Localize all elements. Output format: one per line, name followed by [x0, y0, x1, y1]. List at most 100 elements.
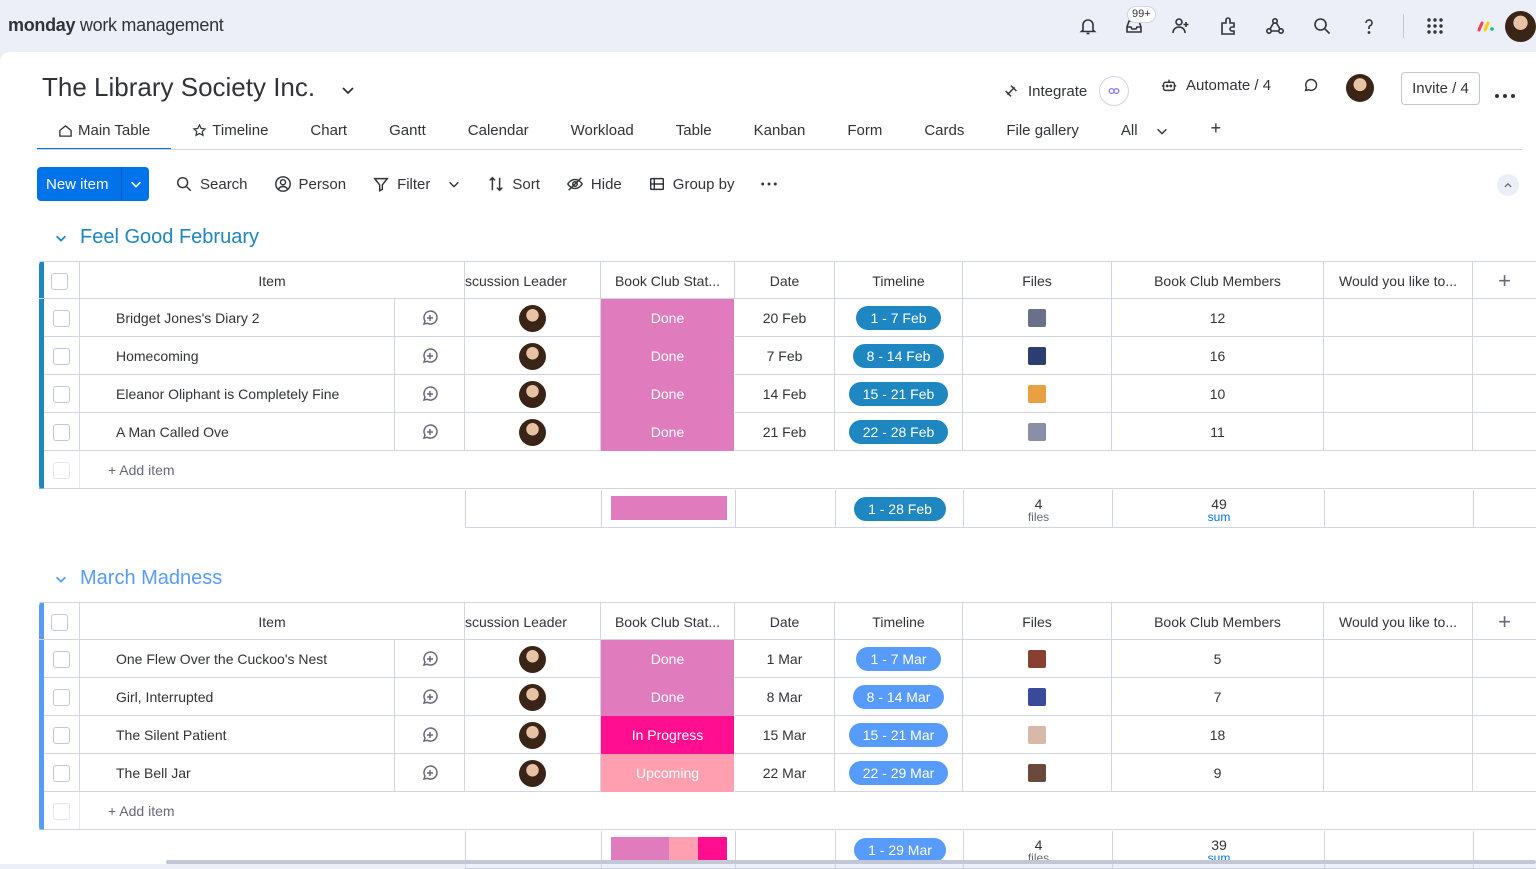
column-header[interactable]: Files: [963, 603, 1112, 641]
group-title[interactable]: Feel Good February: [54, 226, 259, 249]
file-thumbnail[interactable]: [1028, 764, 1046, 782]
custom-column-cell[interactable]: [1324, 375, 1473, 413]
file-thumbnail[interactable]: [1028, 385, 1046, 403]
column-header-item[interactable]: Item: [80, 262, 465, 300]
status-cell[interactable]: Done: [601, 299, 735, 337]
file-thumbnail[interactable]: [1028, 423, 1046, 441]
column-header[interactable]: Timeline: [835, 603, 963, 641]
row-checkbox[interactable]: [53, 423, 70, 441]
date-cell[interactable]: 14 Feb: [735, 375, 835, 413]
tab-main-table[interactable]: Main Table: [37, 122, 172, 150]
timeline-pill[interactable]: 15 - 21 Feb: [848, 382, 949, 406]
table-row[interactable]: Eleanor Oliphant is Completely Fine Done 1…: [39, 375, 1536, 413]
add-update-icon[interactable]: [395, 299, 465, 337]
add-update-icon[interactable]: [395, 640, 465, 678]
row-checkbox[interactable]: [53, 309, 70, 327]
table-row[interactable]: Homecoming Done 7 Feb 8 - 14 Feb 16: [39, 337, 1536, 375]
person-filter-button[interactable]: Person: [274, 175, 346, 193]
item-name[interactable]: The Bell Jar: [80, 754, 395, 792]
column-header-item[interactable]: Item: [80, 603, 465, 641]
column-header[interactable]: Book Club Stat...: [601, 262, 735, 300]
column-header[interactable]: Timeline: [835, 262, 963, 300]
file-thumbnail[interactable]: [1028, 347, 1046, 365]
help-icon[interactable]: [1357, 14, 1381, 38]
collapse-header-button[interactable]: [1497, 174, 1519, 196]
timeline-summary-pill[interactable]: 1 - 29 Mar: [854, 838, 946, 862]
user-avatar[interactable]: [1505, 11, 1536, 42]
date-cell[interactable]: 1 Mar: [735, 640, 835, 678]
invite-button[interactable]: Invite / 4: [1401, 72, 1480, 105]
discussion-leader-avatar[interactable]: [519, 759, 546, 787]
column-header[interactable]: Date: [735, 262, 835, 300]
board-owner-avatar[interactable]: [1346, 74, 1374, 102]
tab-cards[interactable]: Cards: [903, 122, 985, 150]
members-count[interactable]: 5: [1112, 640, 1324, 678]
custom-column-cell[interactable]: [1324, 754, 1473, 792]
select-all-checkbox[interactable]: [50, 613, 68, 631]
members-count[interactable]: 12: [1112, 299, 1324, 337]
column-header[interactable]: Book Club Members: [1112, 262, 1324, 300]
comment-icon[interactable]: [1302, 76, 1320, 94]
timeline-pill[interactable]: 15 - 21 Mar: [848, 723, 949, 747]
monday-logo[interactable]: monday work management: [8, 15, 224, 36]
add-update-icon[interactable]: [395, 413, 465, 451]
date-cell[interactable]: 15 Mar: [735, 716, 835, 754]
row-checkbox[interactable]: [53, 726, 70, 744]
add-item-input[interactable]: + Add item: [80, 792, 1536, 830]
column-header[interactable]: Files: [963, 262, 1112, 300]
file-thumbnail[interactable]: [1028, 688, 1046, 706]
custom-column-cell[interactable]: [1324, 299, 1473, 337]
monday-brand-icon[interactable]: [1474, 14, 1498, 38]
custom-column-cell[interactable]: [1324, 337, 1473, 375]
new-item-button[interactable]: New item: [37, 167, 149, 201]
files-summary[interactable]: 4 files: [964, 490, 1113, 528]
row-checkbox[interactable]: [53, 385, 70, 403]
group-by-button[interactable]: Group by: [648, 175, 734, 193]
tab-calendar[interactable]: Calendar: [447, 122, 550, 150]
bell-icon[interactable]: [1076, 14, 1100, 38]
members-count[interactable]: 10: [1112, 375, 1324, 413]
add-update-icon[interactable]: [395, 716, 465, 754]
status-cell[interactable]: Done: [601, 640, 735, 678]
date-cell[interactable]: 8 Mar: [735, 678, 835, 716]
select-all-checkbox[interactable]: [50, 272, 68, 290]
discussion-leader-avatar[interactable]: [519, 304, 546, 332]
members-sum[interactable]: 49 sum: [1113, 490, 1325, 528]
tab-file-gallery[interactable]: File gallery: [985, 122, 1100, 150]
hide-button[interactable]: Hide: [566, 175, 622, 193]
invite-member-icon[interactable]: [1169, 14, 1193, 38]
members-count[interactable]: 16: [1112, 337, 1324, 375]
column-header[interactable]: Book Club Members: [1112, 603, 1324, 641]
tab-kanban[interactable]: Kanban: [733, 122, 827, 150]
item-name[interactable]: Eleanor Oliphant is Completely Fine: [80, 375, 395, 413]
discussion-leader-avatar[interactable]: [519, 683, 546, 711]
discussion-leader-avatar[interactable]: [519, 380, 546, 408]
add-view-button[interactable]: +: [1190, 118, 1243, 150]
item-name[interactable]: A Man Called Ove: [80, 413, 395, 451]
table-row[interactable]: Girl, Interrupted Done 8 Mar 8 - 14 Mar 7: [39, 678, 1536, 716]
tab-table[interactable]: Table: [655, 122, 733, 150]
column-header[interactable]: Would you like to...: [1324, 603, 1473, 641]
tab-form[interactable]: Form: [826, 122, 903, 150]
table-row[interactable]: The Bell Jar Upcoming 22 Mar 22 - 29 Mar 9: [39, 754, 1536, 792]
status-summary-bar[interactable]: [611, 496, 727, 520]
column-header[interactable]: scussion Leader: [465, 603, 601, 641]
item-name[interactable]: Bridget Jones's Diary 2: [80, 299, 395, 337]
status-cell[interactable]: Done: [601, 337, 735, 375]
column-header[interactable]: scussion Leader: [465, 262, 601, 300]
timeline-pill[interactable]: 22 - 29 Mar: [848, 761, 949, 785]
file-thumbnail[interactable]: [1028, 309, 1046, 327]
column-header[interactable]: Book Club Stat...: [601, 603, 735, 641]
row-checkbox[interactable]: [53, 688, 70, 706]
add-update-icon[interactable]: [395, 375, 465, 413]
tab-all-dropdown[interactable]: All: [1100, 122, 1190, 150]
status-cell[interactable]: Done: [601, 678, 735, 716]
add-column-button[interactable]: +: [1473, 603, 1536, 641]
status-summary-bar[interactable]: [611, 837, 727, 861]
timeline-pill[interactable]: 1 - 7 Feb: [856, 306, 941, 330]
search-icon[interactable]: [1310, 14, 1334, 38]
row-checkbox[interactable]: [53, 347, 70, 365]
add-item-input[interactable]: + Add item: [80, 451, 1536, 489]
file-thumbnail[interactable]: [1028, 726, 1046, 744]
date-cell[interactable]: 20 Feb: [735, 299, 835, 337]
